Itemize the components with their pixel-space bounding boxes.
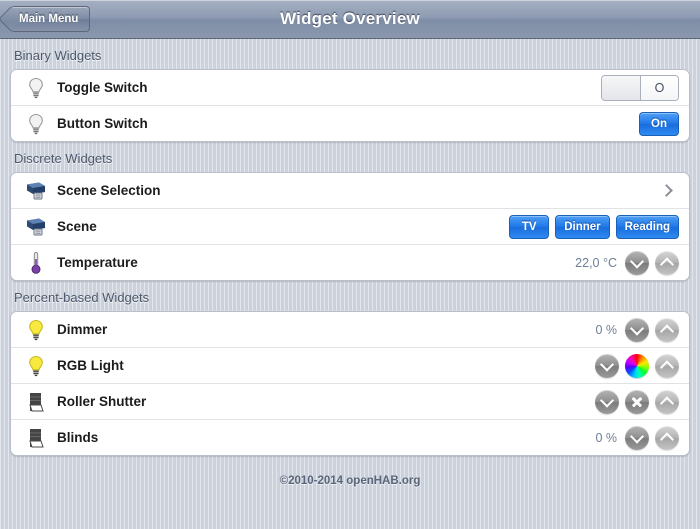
titlebar: Main Menu Widget Overview <box>0 0 700 39</box>
row-label: Blinds <box>57 430 99 445</box>
row-label: Roller Shutter <box>57 394 147 409</box>
main-menu-back-button-label: Main Menu <box>19 13 79 25</box>
row-controls: On <box>639 111 679 136</box>
scene-button-dinner[interactable]: Dinner <box>555 214 610 239</box>
row-temperature[interactable]: Temperature 22,0 °C <box>11 245 689 280</box>
toggle-state-label: O <box>641 75 678 100</box>
row-controls: 22,0 °C <box>575 250 679 275</box>
increase-button[interactable] <box>655 250 679 275</box>
row-button-switch[interactable]: Button Switch On <box>11 106 689 141</box>
dimmer-value: 0 % <box>595 322 617 337</box>
stop-button[interactable] <box>625 389 649 414</box>
increase-button[interactable] <box>655 425 679 450</box>
lightbulb-off-icon <box>23 75 49 101</box>
increase-button[interactable] <box>655 317 679 342</box>
row-label: Toggle Switch <box>57 80 148 95</box>
row-controls <box>595 389 679 414</box>
row-controls <box>659 183 679 199</box>
toggle-switch[interactable]: O <box>601 74 679 101</box>
scene-button-tv[interactable]: TV <box>509 214 550 239</box>
rollershutter-icon <box>23 425 49 451</box>
list-discrete-widgets: Scene Selection Scene TV Dinner Reading <box>10 172 690 281</box>
row-scene[interactable]: Scene TV Dinner Reading <box>11 209 689 245</box>
row-toggle-switch[interactable]: Toggle Switch O <box>11 70 689 106</box>
list-percent-widgets: Dimmer 0 % RGB Light Roller Shutter Blin… <box>10 311 690 456</box>
row-blinds[interactable]: Blinds 0 % <box>11 420 689 455</box>
increase-button[interactable] <box>655 353 679 378</box>
row-controls <box>595 353 679 378</box>
decrease-button[interactable] <box>595 389 619 414</box>
row-label: RGB Light <box>57 358 124 373</box>
scene-icon <box>23 178 49 204</box>
row-controls: O <box>601 74 679 101</box>
chevron-right-icon[interactable] <box>659 183 675 199</box>
section-header-binary: Binary Widgets <box>14 48 102 63</box>
section-header-discrete: Discrete Widgets <box>14 151 113 166</box>
toggle-knob[interactable] <box>602 75 641 100</box>
decrease-button[interactable] <box>595 353 619 378</box>
scene-button-reading[interactable]: Reading <box>615 214 679 239</box>
row-label: Scene Selection <box>57 183 161 198</box>
scene-icon <box>23 214 49 240</box>
row-label: Scene <box>57 219 97 234</box>
decrease-button[interactable] <box>625 425 649 450</box>
blinds-value: 0 % <box>595 430 617 445</box>
row-label: Dimmer <box>57 322 108 337</box>
footer-copyright: ©2010-2014 openHAB.org <box>279 475 421 487</box>
row-scene-selection[interactable]: Scene Selection <box>11 173 689 209</box>
scene-button-group: TV Dinner Reading <box>509 214 679 239</box>
increase-button[interactable] <box>655 389 679 414</box>
row-label: Temperature <box>57 255 138 270</box>
color-wheel-icon[interactable] <box>625 353 649 378</box>
rollershutter-icon <box>23 389 49 415</box>
lightbulb-on-icon <box>23 353 49 379</box>
lightbulb-on-icon <box>23 317 49 343</box>
row-dimmer[interactable]: Dimmer 0 % <box>11 312 689 348</box>
temperature-value: 22,0 °C <box>575 255 617 270</box>
on-button[interactable]: On <box>639 111 679 136</box>
decrease-button[interactable] <box>625 317 649 342</box>
lightbulb-off-icon <box>23 111 49 137</box>
list-binary-widgets: Toggle Switch O Button Switch On <box>10 69 690 142</box>
row-controls: 0 % <box>595 425 679 450</box>
row-rgb-light[interactable]: RGB Light <box>11 348 689 384</box>
row-label: Button Switch <box>57 116 148 131</box>
section-header-percent: Percent-based Widgets <box>14 290 150 305</box>
decrease-button[interactable] <box>625 250 649 275</box>
page-title: Widget Overview <box>280 9 420 28</box>
row-roller-shutter[interactable]: Roller Shutter <box>11 384 689 420</box>
main-menu-back-button[interactable]: Main Menu <box>11 6 91 32</box>
row-controls: 0 % <box>595 317 679 342</box>
temperature-icon <box>23 250 49 276</box>
